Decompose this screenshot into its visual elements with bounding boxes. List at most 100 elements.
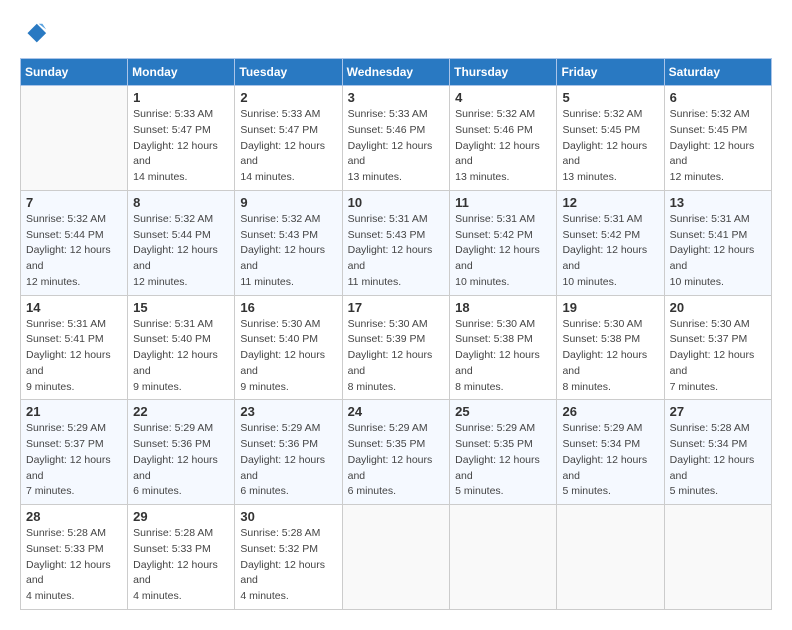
day-number: 12 [562, 195, 658, 210]
day-info: Sunrise: 5:32 AMSunset: 5:45 PMDaylight:… [670, 107, 766, 186]
week-row-1: 1Sunrise: 5:33 AMSunset: 5:47 PMDaylight… [21, 86, 772, 191]
calendar-cell: 30Sunrise: 5:28 AMSunset: 5:32 PMDayligh… [235, 505, 342, 610]
column-header-tuesday: Tuesday [235, 59, 342, 86]
calendar-cell: 8 Sunrise: 5:32 AMSunset: 5:44 PMDaylight… [128, 190, 235, 295]
week-row-5: 28 Sunrise: 5:28 AMSunset: 5:33 PMDayligh… [21, 505, 772, 610]
column-header-friday: Friday [557, 59, 664, 86]
day-info: Sunrise: 5:33 AMSunset: 5:47 PMDaylight:… [133, 107, 229, 186]
day-info: Sunrise: 5:29 AMSunset: 5:35 PMDaylight:… [455, 421, 551, 500]
day-info: Sunrise: 5:31 AMSunset: 5:41 PMDaylight:… [670, 212, 766, 291]
day-info: Sunrise: 5:28 AMSunset: 5:34 PMDaylight:… [670, 421, 766, 500]
column-header-sunday: Sunday [21, 59, 128, 86]
calendar-cell: 21 Sunrise: 5:29 AMSunset: 5:37 PMDayligh… [21, 400, 128, 505]
day-info: Sunrise: 5:33 AMSunset: 5:47 PMDaylight:… [240, 107, 336, 186]
week-row-4: 21 Sunrise: 5:29 AMSunset: 5:37 PMDayligh… [21, 400, 772, 505]
day-number: 15 [133, 300, 229, 315]
calendar-body: 1Sunrise: 5:33 AMSunset: 5:47 PMDaylight… [21, 86, 772, 610]
calendar-cell: 3 Sunrise: 5:33 AMSunset: 5:46 PMDaylight… [342, 86, 450, 191]
day-number: 8 [133, 195, 229, 210]
day-number: 4 [455, 90, 551, 105]
day-info: Sunrise: 5:31 AMSunset: 5:42 PMDaylight:… [455, 212, 551, 291]
calendar-table: SundayMondayTuesdayWednesdayThursdayFrid… [20, 58, 772, 610]
calendar-cell: 19 Sunrise: 5:30 AMSunset: 5:38 PMDayligh… [557, 295, 664, 400]
calendar-cell: 6 Sunrise: 5:32 AMSunset: 5:45 PMDaylight… [664, 86, 771, 191]
day-number: 21 [26, 404, 122, 419]
day-number: 24 [348, 404, 445, 419]
day-info: Sunrise: 5:28 AMSunset: 5:32 PMDaylight:… [240, 526, 336, 605]
day-number: 23 [240, 404, 336, 419]
calendar-cell: 17 Sunrise: 5:30 AMSunset: 5:39 PMDayligh… [342, 295, 450, 400]
day-info: Sunrise: 5:29 AMSunset: 5:36 PMDaylight:… [133, 421, 229, 500]
calendar-cell: 15 Sunrise: 5:31 AMSunset: 5:40 PMDayligh… [128, 295, 235, 400]
day-number: 2 [240, 90, 336, 105]
page-header [20, 20, 772, 48]
day-info: Sunrise: 5:32 AMSunset: 5:44 PMDaylight:… [133, 212, 229, 291]
day-number: 27 [670, 404, 766, 419]
calendar-cell: 28 Sunrise: 5:28 AMSunset: 5:33 PMDayligh… [21, 505, 128, 610]
day-number: 3 [348, 90, 445, 105]
day-number: 17 [348, 300, 445, 315]
calendar-cell: 13 Sunrise: 5:31 AMSunset: 5:41 PMDayligh… [664, 190, 771, 295]
day-info: Sunrise: 5:29 AMSunset: 5:35 PMDaylight:… [348, 421, 445, 500]
column-header-thursday: Thursday [450, 59, 557, 86]
calendar-header: SundayMondayTuesdayWednesdayThursdayFrid… [21, 59, 772, 86]
day-info: Sunrise: 5:29 AMSunset: 5:34 PMDaylight:… [562, 421, 658, 500]
week-row-3: 14Sunrise: 5:31 AMSunset: 5:41 PMDayligh… [21, 295, 772, 400]
week-row-2: 7Sunrise: 5:32 AMSunset: 5:44 PMDaylight… [21, 190, 772, 295]
day-info: Sunrise: 5:31 AMSunset: 5:40 PMDaylight:… [133, 317, 229, 396]
day-number: 22 [133, 404, 229, 419]
day-number: 26 [562, 404, 658, 419]
calendar-cell: 14Sunrise: 5:31 AMSunset: 5:41 PMDayligh… [21, 295, 128, 400]
day-info: Sunrise: 5:32 AMSunset: 5:44 PMDaylight:… [26, 212, 122, 291]
calendar-cell: 25 Sunrise: 5:29 AMSunset: 5:35 PMDayligh… [450, 400, 557, 505]
calendar-cell: 5 Sunrise: 5:32 AMSunset: 5:45 PMDaylight… [557, 86, 664, 191]
day-info: Sunrise: 5:33 AMSunset: 5:46 PMDaylight:… [348, 107, 445, 186]
day-number: 18 [455, 300, 551, 315]
column-header-saturday: Saturday [664, 59, 771, 86]
column-header-monday: Monday [128, 59, 235, 86]
day-number: 16 [240, 300, 336, 315]
calendar-cell: 24 Sunrise: 5:29 AMSunset: 5:35 PMDayligh… [342, 400, 450, 505]
calendar-cell: 27 Sunrise: 5:28 AMSunset: 5:34 PMDayligh… [664, 400, 771, 505]
day-info: Sunrise: 5:30 AMSunset: 5:37 PMDaylight:… [670, 317, 766, 396]
calendar-cell: 11 Sunrise: 5:31 AMSunset: 5:42 PMDayligh… [450, 190, 557, 295]
day-info: Sunrise: 5:30 AMSunset: 5:38 PMDaylight:… [562, 317, 658, 396]
calendar-cell [21, 86, 128, 191]
logo [20, 20, 50, 48]
calendar-cell: 12 Sunrise: 5:31 AMSunset: 5:42 PMDayligh… [557, 190, 664, 295]
day-info: Sunrise: 5:30 AMSunset: 5:39 PMDaylight:… [348, 317, 445, 396]
calendar-cell: 4 Sunrise: 5:32 AMSunset: 5:46 PMDaylight… [450, 86, 557, 191]
calendar-cell [450, 505, 557, 610]
calendar-cell: 7Sunrise: 5:32 AMSunset: 5:44 PMDaylight… [21, 190, 128, 295]
day-info: Sunrise: 5:30 AMSunset: 5:40 PMDaylight:… [240, 317, 336, 396]
day-number: 13 [670, 195, 766, 210]
day-number: 28 [26, 509, 122, 524]
day-info: Sunrise: 5:32 AMSunset: 5:46 PMDaylight:… [455, 107, 551, 186]
day-number: 6 [670, 90, 766, 105]
calendar-cell: 2 Sunrise: 5:33 AMSunset: 5:47 PMDaylight… [235, 86, 342, 191]
day-number: 19 [562, 300, 658, 315]
day-info: Sunrise: 5:31 AMSunset: 5:41 PMDaylight:… [26, 317, 122, 396]
day-info: Sunrise: 5:28 AMSunset: 5:33 PMDaylight:… [26, 526, 122, 605]
day-info: Sunrise: 5:32 AMSunset: 5:43 PMDaylight:… [240, 212, 336, 291]
calendar-cell: 16 Sunrise: 5:30 AMSunset: 5:40 PMDayligh… [235, 295, 342, 400]
calendar-cell: 22 Sunrise: 5:29 AMSunset: 5:36 PMDayligh… [128, 400, 235, 505]
day-info: Sunrise: 5:31 AMSunset: 5:42 PMDaylight:… [562, 212, 658, 291]
logo-icon [20, 20, 48, 48]
day-number: 29 [133, 509, 229, 524]
calendar-cell [664, 505, 771, 610]
day-number: 11 [455, 195, 551, 210]
calendar-cell [342, 505, 450, 610]
day-info: Sunrise: 5:30 AMSunset: 5:38 PMDaylight:… [455, 317, 551, 396]
calendar-cell: 23 Sunrise: 5:29 AMSunset: 5:36 PMDayligh… [235, 400, 342, 505]
day-number: 5 [562, 90, 658, 105]
day-number: 9 [240, 195, 336, 210]
day-number: 25 [455, 404, 551, 419]
day-info: Sunrise: 5:29 AMSunset: 5:36 PMDaylight:… [240, 421, 336, 500]
calendar-cell: 26 Sunrise: 5:29 AMSunset: 5:34 PMDayligh… [557, 400, 664, 505]
day-info: Sunrise: 5:32 AMSunset: 5:45 PMDaylight:… [562, 107, 658, 186]
day-info: Sunrise: 5:28 AMSunset: 5:33 PMDaylight:… [133, 526, 229, 605]
calendar-cell: 20Sunrise: 5:30 AMSunset: 5:37 PMDayligh… [664, 295, 771, 400]
day-info: Sunrise: 5:29 AMSunset: 5:37 PMDaylight:… [26, 421, 122, 500]
calendar-cell: 10Sunrise: 5:31 AMSunset: 5:43 PMDayligh… [342, 190, 450, 295]
